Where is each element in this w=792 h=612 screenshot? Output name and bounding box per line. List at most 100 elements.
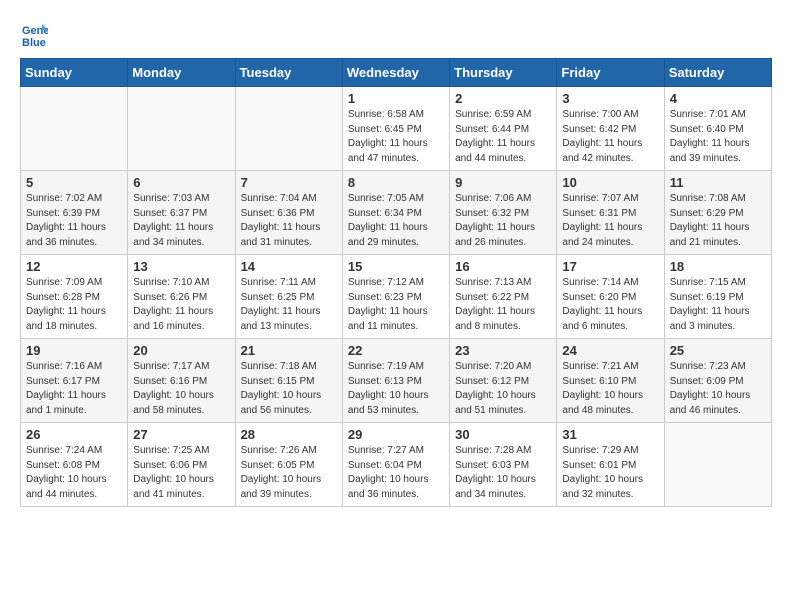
- day-info: Sunrise: 7:07 AM Sunset: 6:31 PM Dayligh…: [562, 192, 658, 250]
- day-info: Sunrise: 7:18 AM Sunset: 6:15 PM Dayligh…: [241, 360, 337, 418]
- calendar-cell: 14 Sunrise: 7:11 AM Sunset: 6:25 PM Dayli…: [235, 255, 342, 339]
- calendar-cell: 5 Sunrise: 7:02 AM Sunset: 6:39 PM Daylig…: [21, 171, 128, 255]
- day-number: 14: [241, 259, 337, 274]
- day-number: 17: [562, 259, 658, 274]
- day-info: Sunrise: 7:14 AM Sunset: 6:20 PM Dayligh…: [562, 276, 658, 334]
- calendar-cell: 7 Sunrise: 7:04 AM Sunset: 6:36 PM Daylig…: [235, 171, 342, 255]
- calendar-cell: 15 Sunrise: 7:12 AM Sunset: 6:23 PM Dayli…: [342, 255, 449, 339]
- day-number: 16: [455, 259, 551, 274]
- calendar-cell: 11 Sunrise: 7:08 AM Sunset: 6:29 PM Dayli…: [664, 171, 771, 255]
- day-info: Sunrise: 7:24 AM Sunset: 6:08 PM Dayligh…: [26, 444, 122, 502]
- calendar-cell: 17 Sunrise: 7:14 AM Sunset: 6:20 PM Dayli…: [557, 255, 664, 339]
- calendar-cell: 21 Sunrise: 7:18 AM Sunset: 6:15 PM Dayli…: [235, 339, 342, 423]
- day-number: 15: [348, 259, 444, 274]
- calendar-cell: 12 Sunrise: 7:09 AM Sunset: 6:28 PM Dayli…: [21, 255, 128, 339]
- day-number: 9: [455, 175, 551, 190]
- day-info: Sunrise: 7:02 AM Sunset: 6:39 PM Dayligh…: [26, 192, 122, 250]
- day-info: Sunrise: 7:21 AM Sunset: 6:10 PM Dayligh…: [562, 360, 658, 418]
- calendar-cell: 8 Sunrise: 7:05 AM Sunset: 6:34 PM Daylig…: [342, 171, 449, 255]
- weekday-header-monday: Monday: [128, 59, 235, 87]
- week-row-2: 5 Sunrise: 7:02 AM Sunset: 6:39 PM Daylig…: [21, 171, 772, 255]
- day-info: Sunrise: 7:25 AM Sunset: 6:06 PM Dayligh…: [133, 444, 229, 502]
- weekday-header-thursday: Thursday: [450, 59, 557, 87]
- day-info: Sunrise: 7:04 AM Sunset: 6:36 PM Dayligh…: [241, 192, 337, 250]
- weekday-header-saturday: Saturday: [664, 59, 771, 87]
- day-info: Sunrise: 7:09 AM Sunset: 6:28 PM Dayligh…: [26, 276, 122, 334]
- calendar-cell: 27 Sunrise: 7:25 AM Sunset: 6:06 PM Dayli…: [128, 423, 235, 507]
- day-number: 21: [241, 343, 337, 358]
- day-number: 22: [348, 343, 444, 358]
- week-row-5: 26 Sunrise: 7:24 AM Sunset: 6:08 PM Dayli…: [21, 423, 772, 507]
- day-number: 12: [26, 259, 122, 274]
- weekday-header-friday: Friday: [557, 59, 664, 87]
- day-number: 13: [133, 259, 229, 274]
- day-info: Sunrise: 7:27 AM Sunset: 6:04 PM Dayligh…: [348, 444, 444, 502]
- weekday-header-wednesday: Wednesday: [342, 59, 449, 87]
- day-number: 11: [670, 175, 766, 190]
- day-info: Sunrise: 7:12 AM Sunset: 6:23 PM Dayligh…: [348, 276, 444, 334]
- calendar-cell: [664, 423, 771, 507]
- calendar-table: SundayMondayTuesdayWednesdayThursdayFrid…: [20, 58, 772, 507]
- calendar-cell: 13Sunrise: 7:10 AM Sunset: 6:26 PM Dayli…: [128, 255, 235, 339]
- calendar-cell: 6 Sunrise: 7:03 AM Sunset: 6:37 PM Daylig…: [128, 171, 235, 255]
- day-info: Sunrise: 7:05 AM Sunset: 6:34 PM Dayligh…: [348, 192, 444, 250]
- day-info: Sunrise: 7:15 AM Sunset: 6:19 PM Dayligh…: [670, 276, 766, 334]
- day-number: 30: [455, 427, 551, 442]
- week-row-4: 19 Sunrise: 7:16 AM Sunset: 6:17 PM Dayli…: [21, 339, 772, 423]
- calendar-cell: [21, 87, 128, 171]
- weekday-header-tuesday: Tuesday: [235, 59, 342, 87]
- week-row-3: 12 Sunrise: 7:09 AM Sunset: 6:28 PM Dayli…: [21, 255, 772, 339]
- day-number: 1: [348, 91, 444, 106]
- weekday-header-sunday: Sunday: [21, 59, 128, 87]
- svg-text:Blue: Blue: [22, 37, 46, 48]
- day-info: Sunrise: 6:58 AM Sunset: 6:45 PM Dayligh…: [348, 108, 444, 166]
- day-number: 6: [133, 175, 229, 190]
- day-number: 18: [670, 259, 766, 274]
- day-info: Sunrise: 7:28 AM Sunset: 6:03 PM Dayligh…: [455, 444, 551, 502]
- day-info: Sunrise: 6:59 AM Sunset: 6:44 PM Dayligh…: [455, 108, 551, 166]
- weekday-header-row: SundayMondayTuesdayWednesdayThursdayFrid…: [21, 59, 772, 87]
- day-info: Sunrise: 7:08 AM Sunset: 6:29 PM Dayligh…: [670, 192, 766, 250]
- calendar-cell: 30 Sunrise: 7:28 AM Sunset: 6:03 PM Dayli…: [450, 423, 557, 507]
- day-number: 26: [26, 427, 122, 442]
- calendar-cell: 10Sunrise: 7:07 AM Sunset: 6:31 PM Dayli…: [557, 171, 664, 255]
- calendar-cell: 22 Sunrise: 7:19 AM Sunset: 6:13 PM Dayli…: [342, 339, 449, 423]
- calendar-cell: 9 Sunrise: 7:06 AM Sunset: 6:32 PM Daylig…: [450, 171, 557, 255]
- day-info: Sunrise: 7:06 AM Sunset: 6:32 PM Dayligh…: [455, 192, 551, 250]
- calendar-cell: 28 Sunrise: 7:26 AM Sunset: 6:05 PM Dayli…: [235, 423, 342, 507]
- page-header: General Blue: [20, 20, 772, 48]
- calendar-cell: 20Sunrise: 7:17 AM Sunset: 6:16 PM Dayli…: [128, 339, 235, 423]
- day-number: 23: [455, 343, 551, 358]
- calendar-cell: 1 Sunrise: 6:58 AM Sunset: 6:45 PM Daylig…: [342, 87, 449, 171]
- day-number: 8: [348, 175, 444, 190]
- day-info: Sunrise: 7:19 AM Sunset: 6:13 PM Dayligh…: [348, 360, 444, 418]
- day-number: 31: [562, 427, 658, 442]
- day-info: Sunrise: 7:11 AM Sunset: 6:25 PM Dayligh…: [241, 276, 337, 334]
- day-number: 25: [670, 343, 766, 358]
- calendar-cell: 18 Sunrise: 7:15 AM Sunset: 6:19 PM Dayli…: [664, 255, 771, 339]
- day-info: Sunrise: 7:16 AM Sunset: 6:17 PM Dayligh…: [26, 360, 122, 418]
- logo: General Blue: [20, 20, 52, 48]
- calendar-cell: 31 Sunrise: 7:29 AM Sunset: 6:01 PM Dayli…: [557, 423, 664, 507]
- day-info: Sunrise: 7:26 AM Sunset: 6:05 PM Dayligh…: [241, 444, 337, 502]
- day-info: Sunrise: 7:23 AM Sunset: 6:09 PM Dayligh…: [670, 360, 766, 418]
- day-number: 5: [26, 175, 122, 190]
- calendar-cell: 16 Sunrise: 7:13 AM Sunset: 6:22 PM Dayli…: [450, 255, 557, 339]
- calendar-cell: 23Sunrise: 7:20 AM Sunset: 6:12 PM Dayli…: [450, 339, 557, 423]
- logo-icon: General Blue: [20, 20, 48, 48]
- calendar-cell: [128, 87, 235, 171]
- day-info: Sunrise: 7:13 AM Sunset: 6:22 PM Dayligh…: [455, 276, 551, 334]
- day-number: 7: [241, 175, 337, 190]
- day-number: 19: [26, 343, 122, 358]
- day-number: 27: [133, 427, 229, 442]
- day-info: Sunrise: 7:29 AM Sunset: 6:01 PM Dayligh…: [562, 444, 658, 502]
- calendar-cell: 3Sunrise: 7:00 AM Sunset: 6:42 PM Daylig…: [557, 87, 664, 171]
- day-info: Sunrise: 7:00 AM Sunset: 6:42 PM Dayligh…: [562, 108, 658, 166]
- calendar-cell: 19 Sunrise: 7:16 AM Sunset: 6:17 PM Dayli…: [21, 339, 128, 423]
- day-info: Sunrise: 7:03 AM Sunset: 6:37 PM Dayligh…: [133, 192, 229, 250]
- day-number: 29: [348, 427, 444, 442]
- day-number: 20: [133, 343, 229, 358]
- day-number: 28: [241, 427, 337, 442]
- calendar-cell: 2Sunrise: 6:59 AM Sunset: 6:44 PM Daylig…: [450, 87, 557, 171]
- day-number: 4: [670, 91, 766, 106]
